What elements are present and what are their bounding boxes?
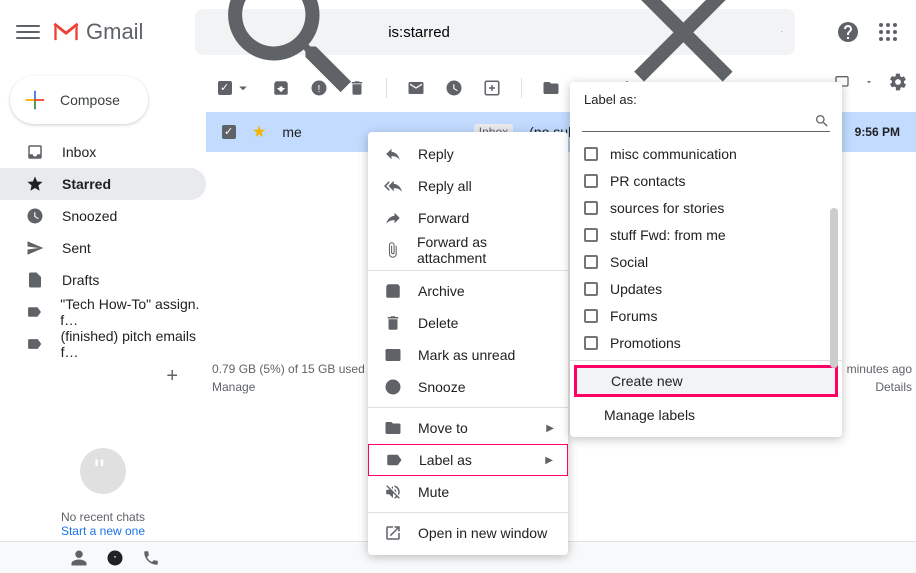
hangouts-icon[interactable]: " — [106, 549, 124, 567]
storage-info: 0.79 GB (5%) of 15 GB used Manage — [212, 360, 365, 396]
label-option[interactable]: Updates — [570, 275, 842, 302]
help-icon[interactable] — [836, 20, 860, 44]
label-option[interactable]: misc communication — [570, 140, 842, 167]
activity-info: minutes ago Details — [847, 360, 912, 396]
apps-icon[interactable] — [876, 20, 900, 44]
ctx-archive[interactable]: Archive — [368, 275, 568, 307]
hangouts-icon — [80, 448, 126, 494]
nav-drafts[interactable]: Drafts — [0, 264, 206, 296]
ctx-forward-attachment[interactable]: Forward as attachment — [368, 234, 568, 266]
ctx-reply-all[interactable]: Reply all — [368, 170, 568, 202]
sender: me — [282, 124, 301, 140]
manage-storage-link[interactable]: Manage — [212, 378, 365, 396]
details-link[interactable]: Details — [847, 378, 912, 396]
msg-time: 9:56 PM — [855, 125, 900, 139]
nav-label-1[interactable]: "Tech How-To" assign. f… — [0, 296, 206, 328]
svg-text:": " — [114, 554, 117, 563]
more-labels-button[interactable]: + — [0, 360, 206, 392]
chat-area: No recent chats Start a new one — [0, 448, 206, 538]
nav-starred[interactable]: Starred — [0, 168, 206, 200]
label-option[interactable]: Social — [570, 248, 842, 275]
search-dropdown-icon[interactable] — [780, 30, 784, 34]
row-checkbox[interactable] — [222, 125, 236, 139]
gmail-logo[interactable]: Gmail — [52, 19, 143, 45]
label-manage[interactable]: Manage labels — [570, 399, 842, 431]
label-menu-title: Label as: — [570, 92, 842, 113]
label-search-input[interactable] — [582, 113, 814, 129]
hamburger-menu[interactable] — [16, 20, 40, 44]
star-icon[interactable]: ★ — [252, 122, 266, 142]
ctx-mark-unread[interactable]: Mark as unread — [368, 339, 568, 371]
label-create-new[interactable]: Create new — [574, 365, 838, 397]
start-chat-link[interactable]: Start a new one — [0, 524, 206, 538]
nav-sent[interactable]: Sent — [0, 232, 206, 264]
nav-snoozed[interactable]: Snoozed — [0, 200, 206, 232]
ctx-snooze[interactable]: Snooze — [368, 371, 568, 403]
nav: Inbox Starred Snoozed Sent Drafts "Tech … — [0, 136, 206, 392]
app-name: Gmail — [86, 19, 143, 45]
search-input[interactable] — [388, 24, 587, 41]
move-to-icon[interactable] — [542, 79, 560, 97]
gmail-m-icon — [52, 21, 80, 43]
compose-button[interactable]: Compose — [10, 76, 148, 124]
label-search[interactable] — [582, 113, 830, 132]
ctx-reply[interactable]: Reply — [368, 138, 568, 170]
contacts-icon[interactable] — [70, 549, 88, 567]
no-recent-chats: No recent chats — [0, 510, 206, 524]
search-bar[interactable] — [195, 9, 795, 55]
ctx-open-new[interactable]: Open in new window — [368, 517, 568, 549]
label-option[interactable]: stuff Fwd: from me — [570, 221, 842, 248]
toolbar-right — [834, 72, 908, 92]
context-menu: Reply Reply all Forward Forward as attac… — [368, 132, 568, 555]
label-option[interactable]: sources for stories — [570, 194, 842, 221]
mark-read-icon[interactable] — [407, 79, 425, 97]
ctx-mute[interactable]: Mute — [368, 476, 568, 508]
chevron-down-icon[interactable] — [864, 72, 874, 92]
settings-icon[interactable] — [888, 72, 908, 92]
spam-icon[interactable]: ! — [310, 79, 328, 97]
label-option[interactable]: Forums — [570, 302, 842, 329]
header-right — [836, 20, 900, 44]
compose-plus-icon — [24, 89, 46, 111]
label-menu: Label as: misc communication PR contacts… — [570, 82, 842, 437]
ctx-move-to[interactable]: Move to▶ — [368, 412, 568, 444]
search-icon — [814, 113, 830, 129]
label-option[interactable]: PR contacts — [570, 167, 842, 194]
compose-label: Compose — [60, 92, 120, 108]
nav-inbox[interactable]: Inbox — [0, 136, 206, 168]
header: Gmail — [0, 0, 916, 64]
add-tasks-icon[interactable] — [483, 79, 501, 97]
select-all-checkbox[interactable] — [218, 79, 252, 97]
delete-icon[interactable] — [348, 79, 366, 97]
sidebar: Compose Inbox Starred Snoozed Sent Draft… — [0, 64, 206, 541]
nav-label-2[interactable]: (finished) pitch emails f… — [0, 328, 206, 360]
svg-text:!: ! — [318, 83, 321, 95]
label-option[interactable]: Promotions — [570, 329, 842, 356]
ctx-label-as[interactable]: Label as▶ — [368, 444, 568, 476]
scrollbar[interactable] — [830, 208, 838, 368]
snooze-icon[interactable] — [445, 79, 463, 97]
ctx-delete[interactable]: Delete — [368, 307, 568, 339]
archive-icon[interactable] — [272, 79, 290, 97]
phone-icon[interactable] — [142, 549, 160, 567]
ctx-forward[interactable]: Forward — [368, 202, 568, 234]
